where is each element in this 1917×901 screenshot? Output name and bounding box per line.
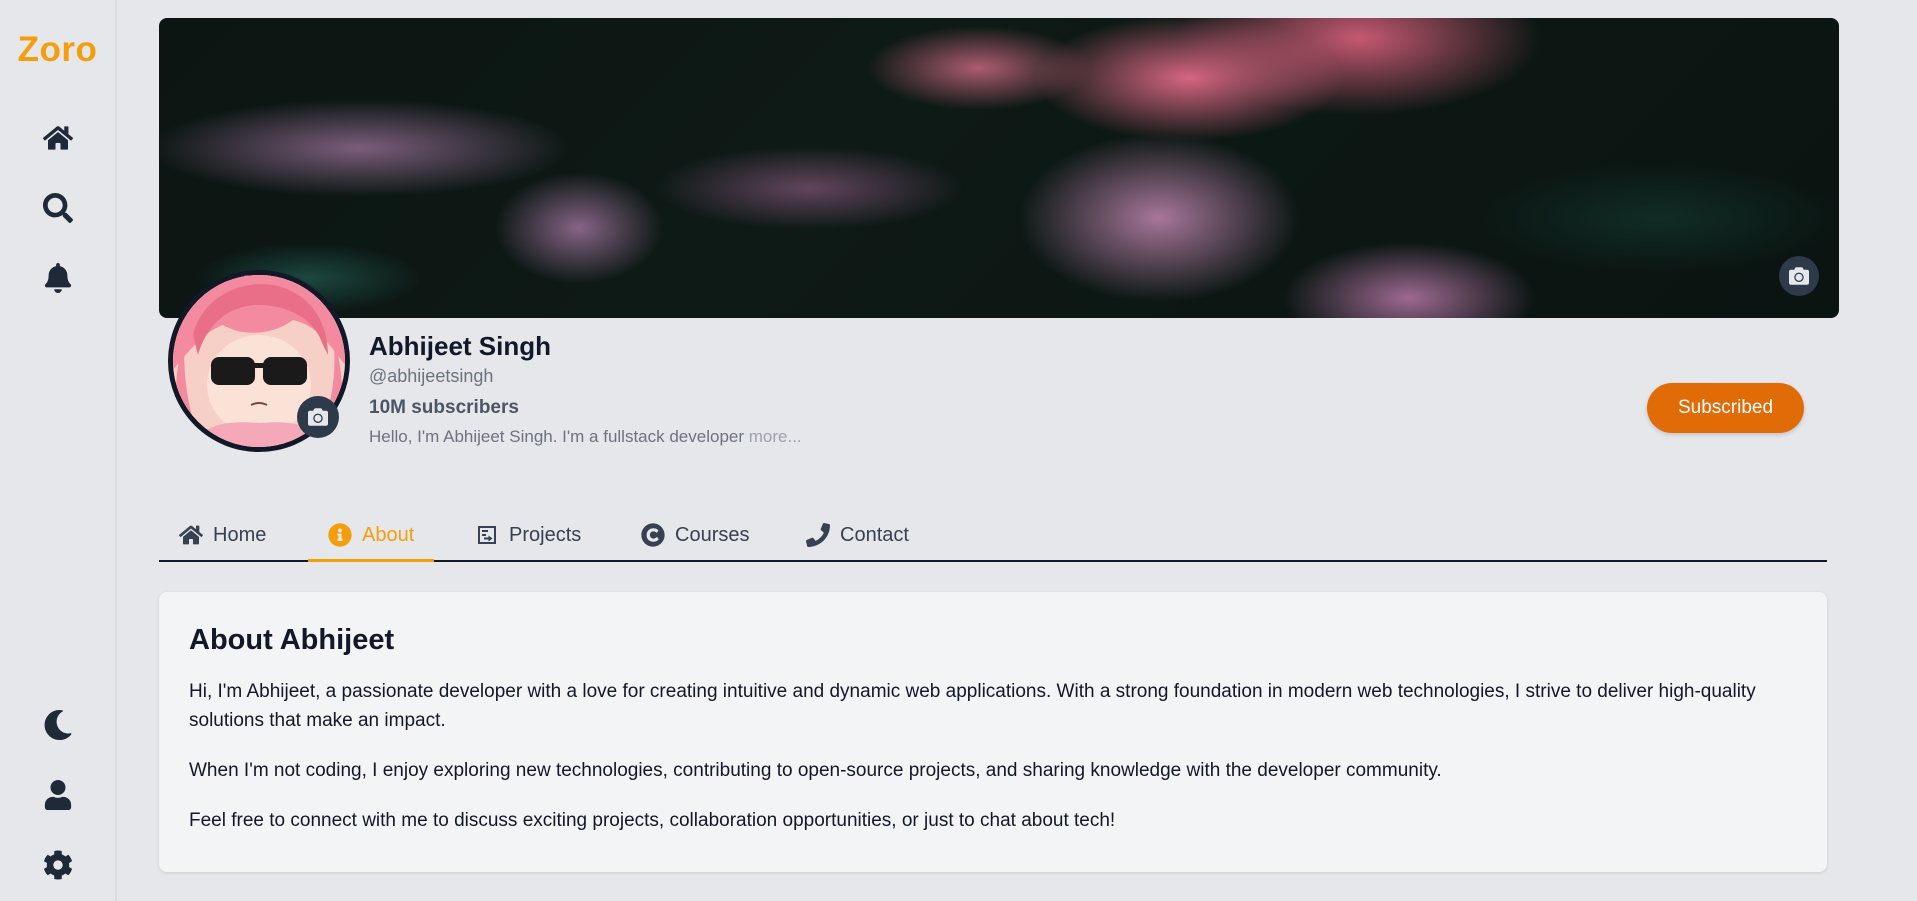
profile-tabs: Home About Projects Courses Contact bbox=[159, 510, 1827, 562]
bio-more-link[interactable]: more... bbox=[749, 427, 802, 446]
home-icon[interactable] bbox=[40, 120, 76, 156]
courses-icon bbox=[641, 523, 665, 547]
tab-projects[interactable]: Projects bbox=[455, 510, 601, 560]
profile-bio: Hello, I'm Abhijeet Singh. I'm a fullsta… bbox=[369, 427, 802, 447]
profile-name: Abhijeet Singh bbox=[369, 331, 551, 361]
about-title: About Abhijeet bbox=[189, 624, 395, 656]
sidebar: Zoro bbox=[0, 0, 117, 901]
phone-icon bbox=[806, 523, 830, 547]
app-logo[interactable]: Zoro bbox=[0, 30, 115, 70]
info-icon bbox=[328, 523, 352, 547]
profile-banner bbox=[159, 18, 1839, 318]
subscribe-button[interactable]: Subscribed bbox=[1647, 383, 1804, 433]
user-icon[interactable] bbox=[40, 777, 76, 813]
tab-home-label: Home bbox=[213, 523, 267, 546]
tab-contact-label: Contact bbox=[840, 523, 909, 546]
profile-handle: @abhijeetsingh bbox=[369, 366, 494, 386]
about-card: About Abhijeet Hi, I'm Abhijeet, a passi… bbox=[159, 592, 1827, 872]
tab-contact[interactable]: Contact bbox=[786, 510, 929, 560]
tab-about[interactable]: About bbox=[308, 510, 435, 562]
avatar-camera-icon[interactable] bbox=[297, 396, 339, 438]
tab-projects-label: Projects bbox=[509, 523, 582, 546]
home-icon bbox=[179, 525, 203, 545]
banner-camera-icon[interactable] bbox=[1779, 256, 1819, 296]
about-paragraph: When I'm not coding, I enjoy exploring n… bbox=[189, 760, 1442, 781]
about-paragraph: Hi, I'm Abhijeet, a passionate developer… bbox=[189, 681, 1756, 731]
subscriber-count: 10M subscribers bbox=[369, 397, 519, 418]
about-paragraph: Feel free to connect with me to discuss … bbox=[189, 810, 1116, 831]
projects-icon bbox=[478, 526, 496, 544]
gear-icon[interactable] bbox=[40, 847, 76, 883]
moon-icon[interactable] bbox=[40, 707, 76, 743]
tab-courses-label: Courses bbox=[675, 523, 750, 546]
search-icon[interactable] bbox=[40, 190, 76, 226]
profile-bio-text: Hello, I'm Abhijeet Singh. I'm a fullsta… bbox=[369, 427, 745, 446]
tab-about-label: About bbox=[362, 523, 415, 546]
bell-icon[interactable] bbox=[40, 260, 76, 296]
tab-courses[interactable]: Courses bbox=[621, 510, 769, 560]
tab-home[interactable]: Home bbox=[159, 510, 286, 560]
